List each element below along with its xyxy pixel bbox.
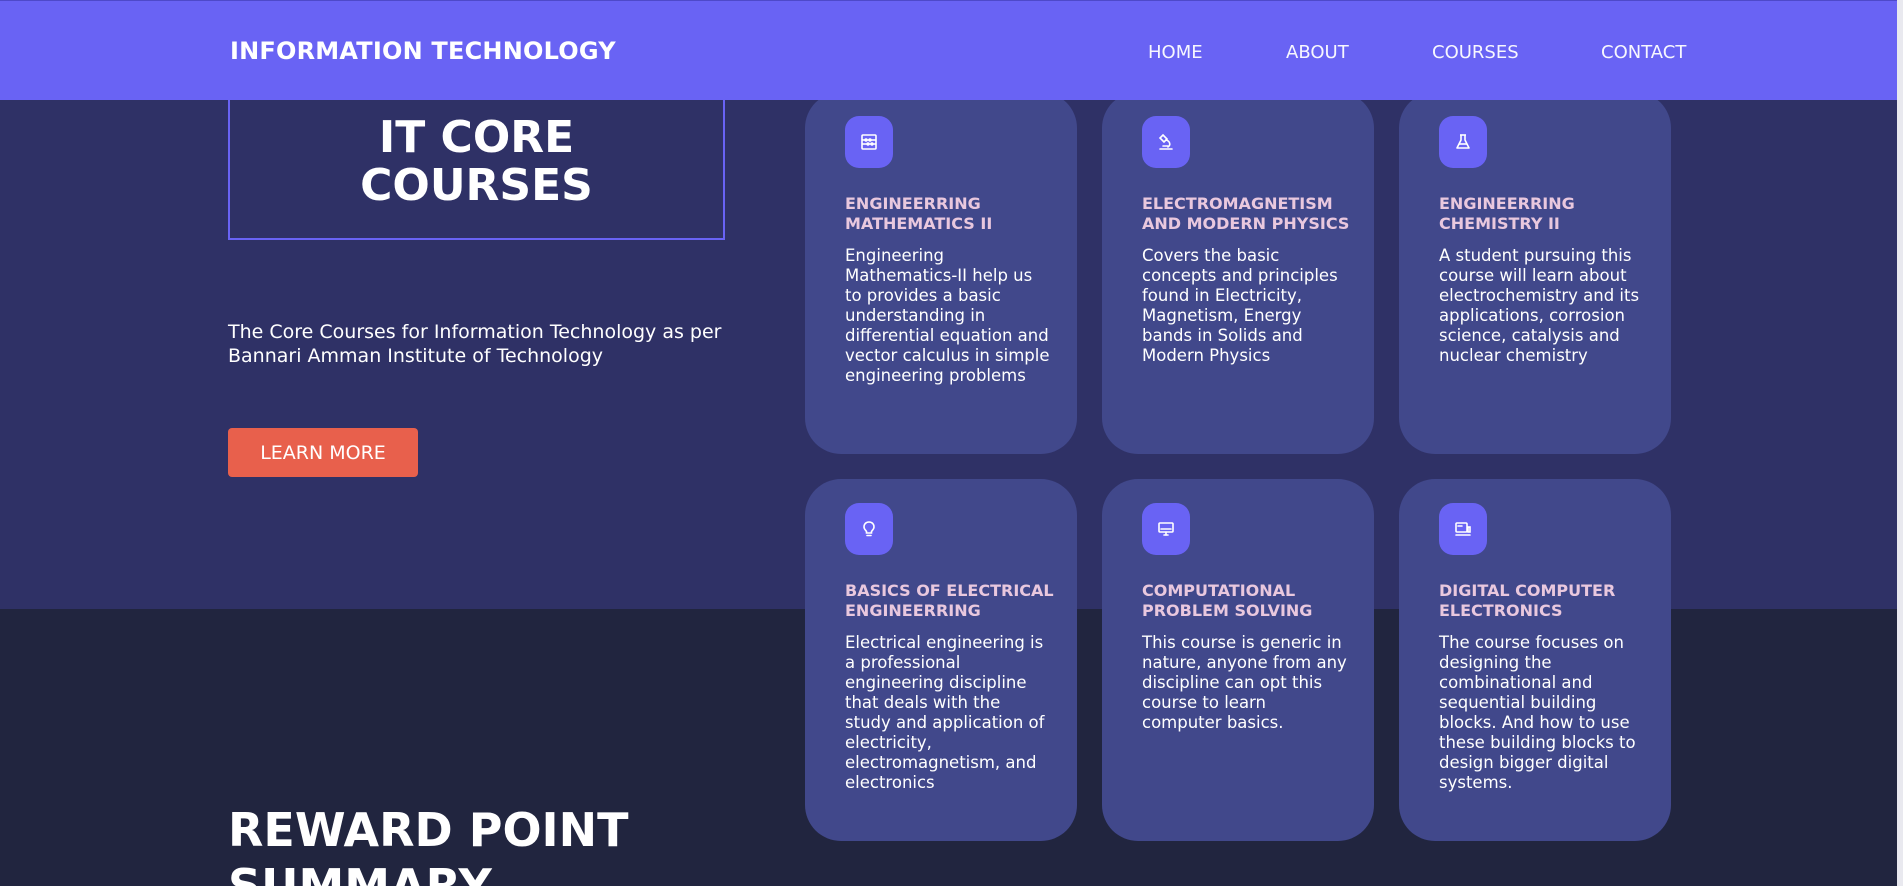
course-card[interactable]: DIGITAL COMPUTER ELECTRONICS The course … bbox=[1399, 479, 1671, 841]
course-card[interactable]: ENGINEERRING MATHEMATICS II Engineering … bbox=[805, 92, 1077, 454]
page-title: IT CORE COURSES bbox=[230, 114, 723, 210]
learn-more-button[interactable]: LEARN MORE bbox=[228, 428, 418, 477]
nav-link-about[interactable]: ABOUT bbox=[1286, 42, 1349, 63]
navbar: INFORMATION TECHNOLOGY HOME ABOUT COURSE… bbox=[0, 0, 1903, 100]
lightbulb-icon bbox=[845, 503, 893, 555]
microscope-icon bbox=[1142, 116, 1190, 168]
hero-title-box: IT CORE COURSES bbox=[228, 88, 725, 240]
desktop-icon bbox=[1142, 503, 1190, 555]
course-card[interactable]: COMPUTATIONAL PROBLEM SOLVING This cours… bbox=[1102, 479, 1374, 841]
course-description: Covers the basic concepts and principles… bbox=[1142, 246, 1338, 365]
computer-classic-icon bbox=[1439, 503, 1487, 555]
brand-logo-text[interactable]: INFORMATION TECHNOLOGY bbox=[230, 37, 616, 65]
course-title: COMPUTATIONAL PROBLEM SOLVING bbox=[1142, 581, 1313, 620]
course-card[interactable]: ENGINEERRING CHEMISTRY II A student purs… bbox=[1399, 92, 1671, 454]
course-description: This course is generic in nature, anyone… bbox=[1142, 633, 1347, 732]
reward-section-title: REWARD POINT SUMMARY bbox=[228, 803, 629, 886]
course-description: Electrical engineering is a professional… bbox=[845, 633, 1045, 792]
course-title: BASICS OF ELECTRICAL ENGINEERRING bbox=[845, 581, 1054, 620]
course-grid: ENGINEERRING MATHEMATICS II Engineering … bbox=[805, 92, 1671, 841]
flask-icon bbox=[1439, 116, 1487, 168]
page-scrollbar[interactable] bbox=[1897, 0, 1903, 886]
course-title: ELECTROMAGNETISM AND MODERN PHYSICS bbox=[1142, 194, 1350, 233]
course-description: Engineering Mathematics-II help us to pr… bbox=[845, 246, 1050, 385]
nav-link-contact[interactable]: CONTACT bbox=[1601, 42, 1686, 63]
course-title: DIGITAL COMPUTER ELECTRONICS bbox=[1439, 581, 1616, 620]
page-title-line2: COURSES bbox=[360, 160, 593, 211]
nav-link-courses[interactable]: COURSES bbox=[1432, 42, 1519, 63]
nav-link-home[interactable]: HOME bbox=[1148, 42, 1203, 63]
course-card[interactable]: BASICS OF ELECTRICAL ENGINEERRING Electr… bbox=[805, 479, 1077, 841]
hero-description: The Core Courses for Information Technol… bbox=[228, 321, 722, 367]
course-description: The course focuses on designing the comb… bbox=[1439, 633, 1636, 792]
course-title: ENGINEERRING MATHEMATICS II bbox=[845, 194, 993, 233]
page-title-line1: IT CORE bbox=[378, 112, 575, 163]
abacus-icon bbox=[845, 116, 893, 168]
course-description: A student pursuing this course will lear… bbox=[1439, 246, 1640, 365]
course-card[interactable]: ELECTROMAGNETISM AND MODERN PHYSICS Cove… bbox=[1102, 92, 1374, 454]
course-title: ENGINEERRING CHEMISTRY II bbox=[1439, 194, 1575, 233]
